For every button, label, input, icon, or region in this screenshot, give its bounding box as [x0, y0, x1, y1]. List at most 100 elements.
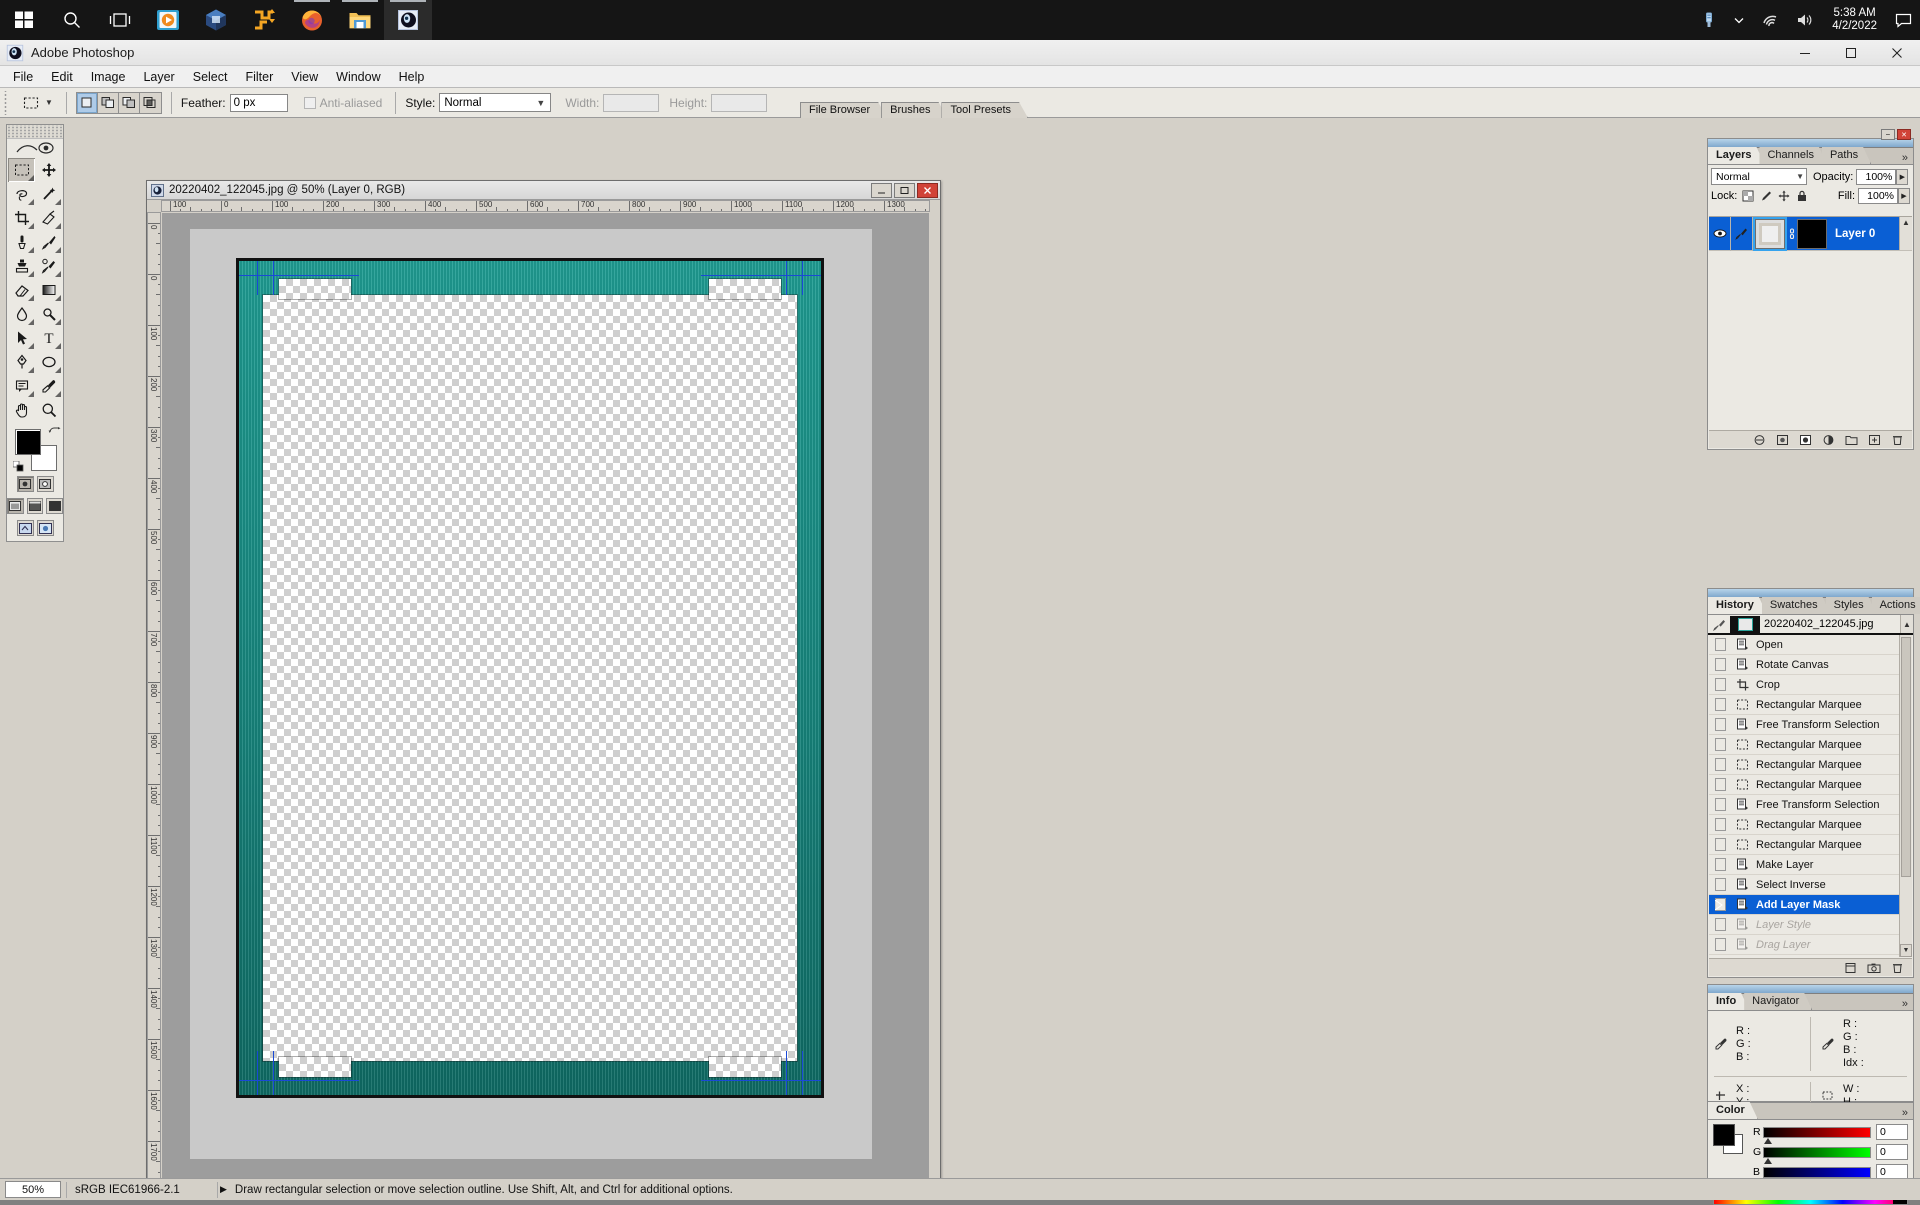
history-state-source-toggle[interactable] [1709, 875, 1731, 894]
feather-input[interactable]: 0 px [230, 94, 288, 112]
photoshop-taskbar-button[interactable] [384, 0, 432, 40]
slice-tool[interactable] [35, 206, 62, 230]
list-item[interactable]: Rectangular Marquee [1709, 735, 1912, 755]
well-tab-brushes[interactable]: Brushes [881, 102, 947, 118]
dodge-tool[interactable] [35, 302, 62, 326]
media-player-button[interactable] [144, 0, 192, 40]
gradient-tool[interactable] [35, 278, 62, 302]
canvas-scroll-area[interactable] [162, 213, 929, 1183]
menu-filter[interactable]: Filter [236, 68, 282, 86]
foreground-color-swatch[interactable] [15, 429, 41, 455]
history-state-source-toggle[interactable] [1709, 655, 1731, 674]
standard-screen-mode-button[interactable] [7, 498, 24, 514]
jump-to-button[interactable] [37, 520, 54, 536]
lock-position-button[interactable] [1778, 190, 1790, 202]
magic-wand-tool[interactable] [35, 182, 62, 206]
history-state-source-toggle[interactable] [1709, 835, 1731, 854]
table-row[interactable]: Layer 0 ▲ [1709, 217, 1912, 251]
scroll-down-button[interactable]: ▼ [1900, 944, 1912, 957]
add-mask-button[interactable] [1799, 434, 1812, 446]
blue-slider[interactable] [1763, 1167, 1871, 1178]
list-item[interactable]: Rectangular Marquee [1709, 755, 1912, 775]
notes-tool[interactable] [8, 374, 35, 398]
jump-to-imageready-button[interactable] [17, 520, 34, 536]
firefox-button[interactable] [288, 0, 336, 40]
history-state-source-toggle[interactable] [1709, 695, 1731, 714]
clock[interactable]: 5:38 AM 4/2/2022 [1822, 7, 1887, 33]
new-selection-button[interactable] [77, 93, 98, 113]
start-button[interactable] [0, 0, 48, 40]
healing-brush-tool[interactable] [8, 230, 35, 254]
layers-scrollbar[interactable]: ▲ [1899, 217, 1912, 250]
new-group-button[interactable] [1845, 434, 1858, 446]
tab-navigator[interactable]: Navigator [1744, 993, 1812, 1010]
info-palette-titlebar[interactable] [1708, 985, 1913, 994]
list-item[interactable]: Crop [1709, 675, 1912, 695]
network-button[interactable] [1754, 0, 1788, 40]
history-brush-tool[interactable] [35, 254, 62, 278]
layer-mask-thumbnail[interactable] [1797, 219, 1827, 249]
pen-tool[interactable] [8, 350, 35, 374]
vertical-ruler[interactable]: 0010020030040050060070080090010001100120… [147, 212, 161, 1184]
history-snapshot-row[interactable]: 20220402_122045.jpg ▲ [1708, 615, 1913, 635]
green-value[interactable]: 0 [1876, 1144, 1908, 1160]
width-input[interactable] [603, 94, 659, 112]
clone-stamp-tool[interactable] [8, 254, 35, 278]
show-hidden-icons-button[interactable] [1724, 0, 1754, 40]
menu-layer[interactable]: Layer [134, 68, 183, 86]
history-state-source-toggle[interactable] [1709, 715, 1731, 734]
document-title-bar[interactable]: 20220402_122045.jpg @ 50% (Layer 0, RGB) [147, 181, 940, 200]
tab-color[interactable]: Color [1708, 1102, 1758, 1119]
new-layer-button[interactable] [1868, 434, 1881, 446]
tab-info[interactable]: Info [1708, 993, 1749, 1010]
opacity-input[interactable]: 100% [1856, 169, 1896, 185]
list-item[interactable]: Make Layer [1709, 855, 1912, 875]
menu-window[interactable]: Window [327, 68, 389, 86]
list-item[interactable]: Drag Layer [1709, 935, 1912, 955]
list-item[interactable]: Select Inverse [1709, 875, 1912, 895]
tab-layers[interactable]: Layers [1708, 147, 1764, 164]
close-button[interactable] [1874, 40, 1920, 66]
layer-edit-indicator[interactable] [1731, 217, 1753, 251]
slider-handle[interactable] [1764, 1138, 1772, 1144]
layers-palette-menu-button[interactable]: » [1902, 151, 1913, 164]
subtract-from-selection-button[interactable] [119, 93, 140, 113]
history-state-source-toggle[interactable] [1709, 915, 1731, 934]
history-state-source-toggle[interactable] [1709, 935, 1731, 954]
scrollbar-thumb[interactable] [1901, 637, 1911, 877]
delete-state-button[interactable] [1891, 962, 1904, 974]
layer-style-button[interactable] [1776, 434, 1789, 446]
current-tool-preset-picker[interactable]: ▼ [15, 91, 57, 115]
document-close-button[interactable] [917, 183, 938, 198]
tab-paths[interactable]: Paths [1822, 147, 1871, 164]
red-slider[interactable] [1763, 1127, 1871, 1138]
maximize-button[interactable] [1828, 40, 1874, 66]
marquee-tool[interactable] [8, 158, 35, 182]
well-tab-tool-presets[interactable]: Tool Presets [941, 102, 1028, 118]
intersect-with-selection-button[interactable] [140, 93, 161, 113]
history-state-source-toggle[interactable] [1709, 675, 1731, 694]
status-expand-arrow[interactable]: ▶ [220, 1184, 227, 1195]
list-item[interactable]: Rectangular Marquee [1709, 775, 1912, 795]
list-item[interactable]: Free Transform Selection [1709, 715, 1912, 735]
fill-input[interactable]: 100% [1858, 188, 1898, 204]
tab-styles[interactable]: Styles [1826, 597, 1877, 614]
layers-palette-titlebar[interactable]: – ✕ [1708, 139, 1913, 148]
layers-list[interactable]: Layer 0 ▲ [1709, 216, 1912, 429]
volume-button[interactable] [1788, 0, 1822, 40]
tab-actions[interactable]: Actions [1872, 597, 1920, 614]
well-tab-file-browser[interactable]: File Browser [800, 102, 887, 118]
task-view-button[interactable] [96, 0, 144, 40]
layer-name[interactable]: Layer 0 [1827, 228, 1875, 240]
history-state-source-toggle[interactable] [1709, 855, 1731, 874]
anti-aliased-checkbox[interactable] [304, 97, 316, 109]
slider-handle[interactable] [1764, 1158, 1772, 1164]
file-explorer-button[interactable] [336, 0, 384, 40]
list-item[interactable]: Rectangular Marquee [1709, 835, 1912, 855]
list-item[interactable]: Free Transform Selection [1709, 795, 1912, 815]
history-state-source-toggle[interactable] [1709, 635, 1731, 654]
tab-channels[interactable]: Channels [1759, 147, 1826, 164]
list-item[interactable]: Rectangular Marquee [1709, 815, 1912, 835]
history-states-list[interactable]: OpenRotate CanvasCropRectangular Marquee… [1709, 635, 1912, 957]
toolbox-grip[interactable] [7, 125, 63, 139]
